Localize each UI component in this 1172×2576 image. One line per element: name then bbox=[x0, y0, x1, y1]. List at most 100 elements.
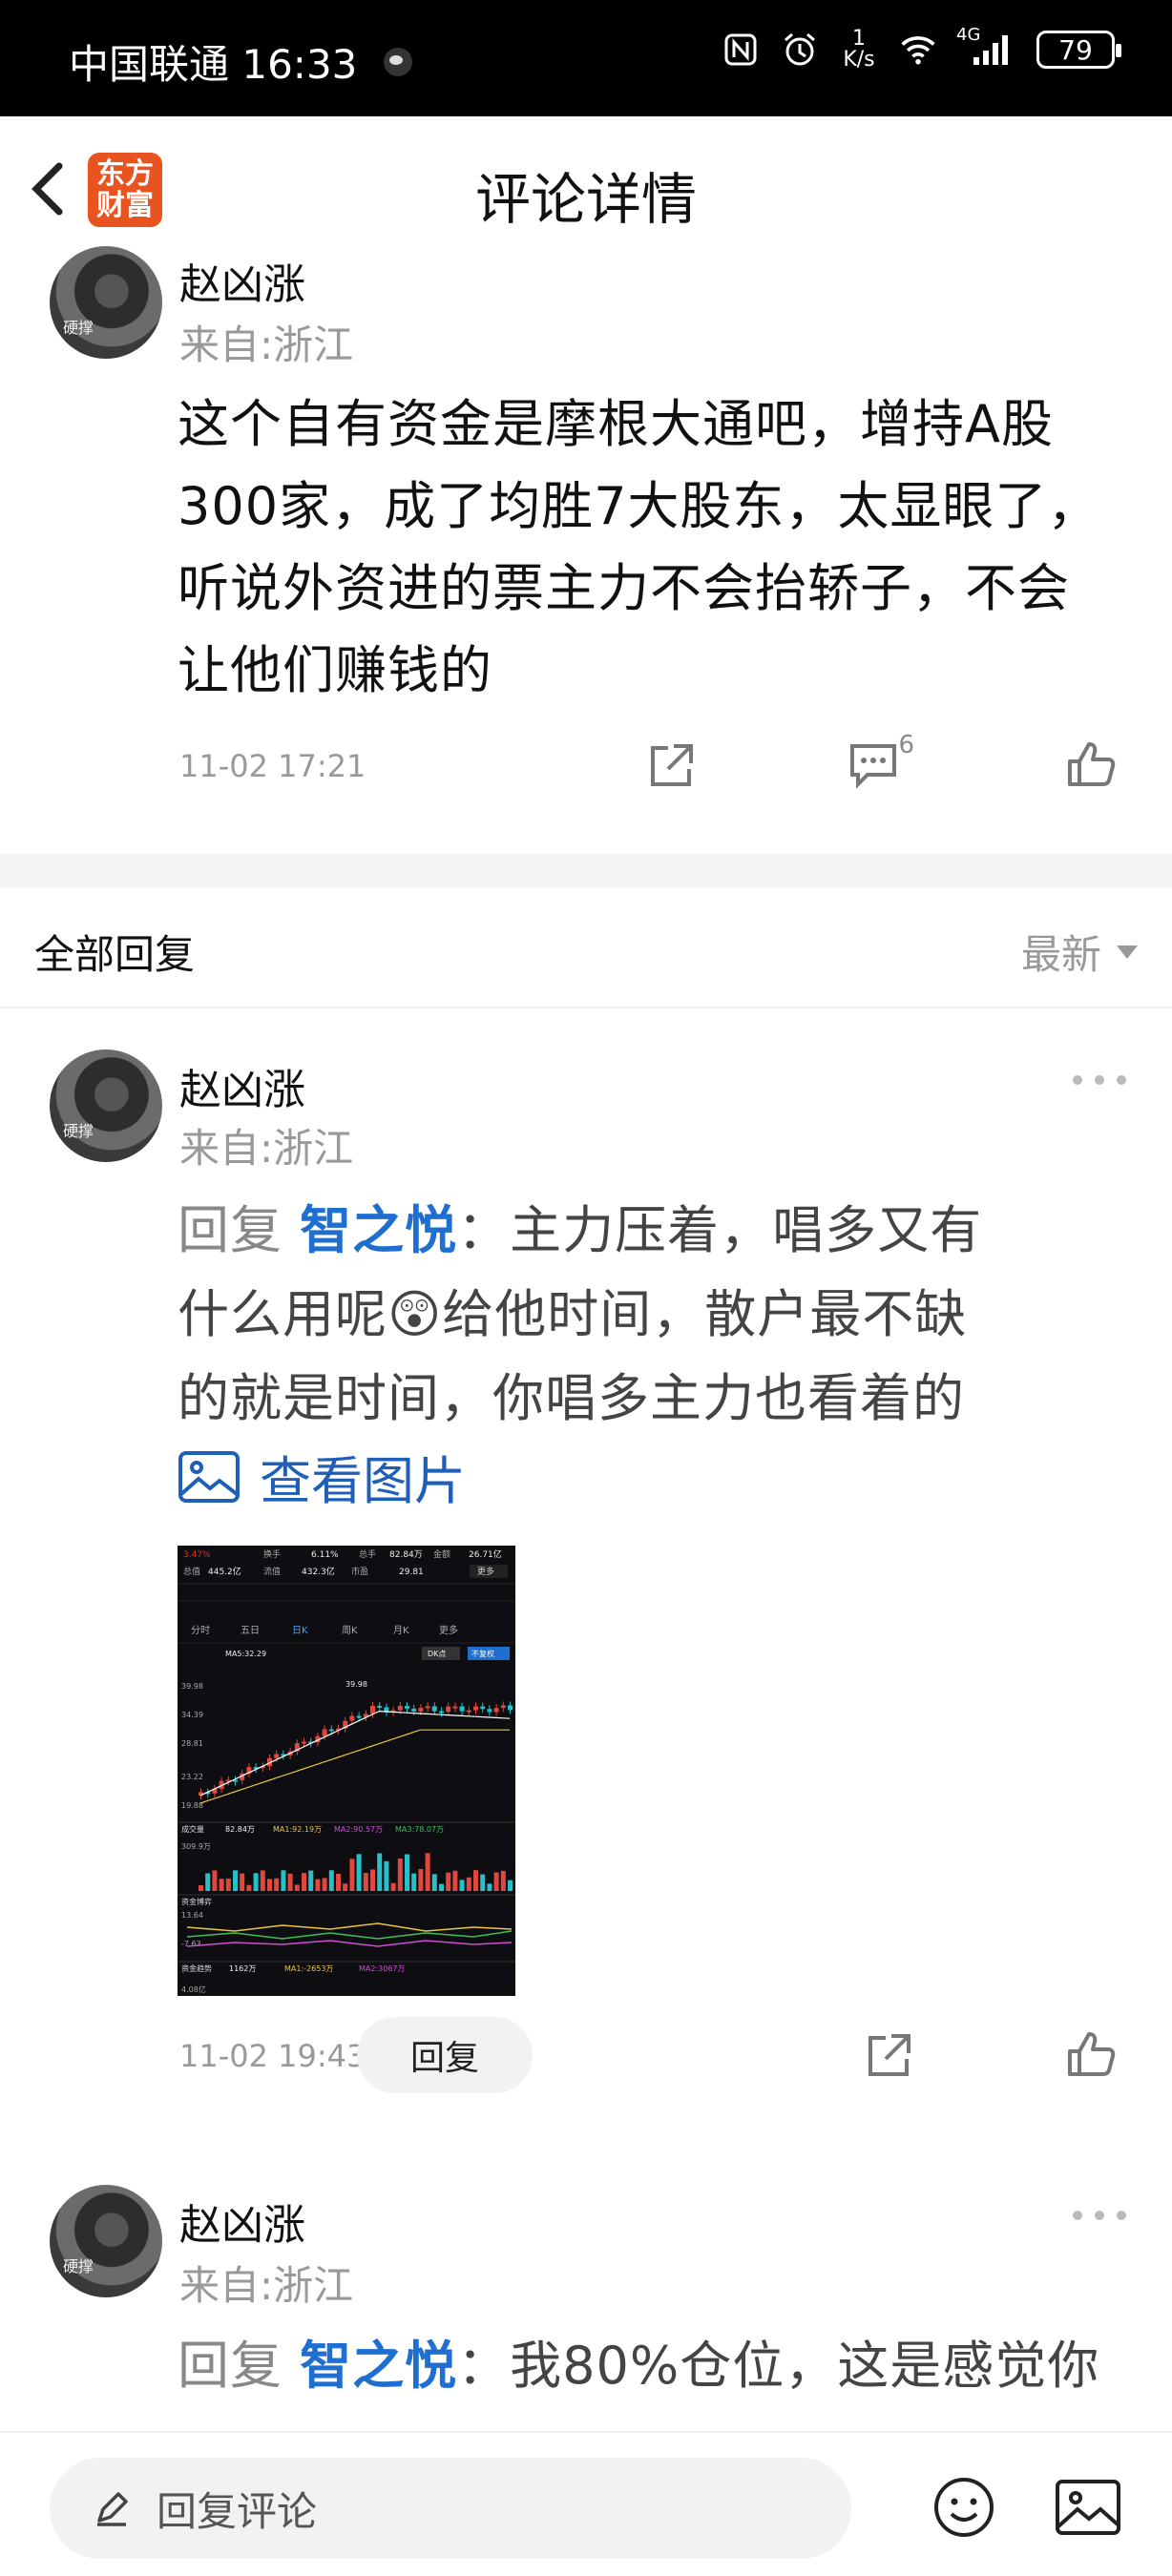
avatar[interactable]: 硬撑 bbox=[50, 1049, 162, 1162]
chart-text: MA5:32.29 bbox=[225, 1650, 266, 1658]
volume-bar bbox=[328, 1870, 334, 1891]
volume-bar bbox=[219, 1879, 224, 1891]
reply-comment-input[interactable]: 回复评论 bbox=[50, 2458, 851, 2559]
candle bbox=[418, 1707, 424, 1712]
reply-to-user[interactable]: 智之悦 bbox=[300, 1200, 457, 1260]
chart-text: 13.64 bbox=[181, 1911, 203, 1920]
candle bbox=[508, 1705, 513, 1711]
avatar[interactable]: 硬撑 bbox=[50, 2185, 162, 2297]
volume-bar bbox=[493, 1872, 499, 1891]
volume-bar bbox=[425, 1853, 430, 1891]
volume-bar bbox=[315, 1879, 321, 1891]
emoji-button[interactable] bbox=[926, 2469, 1002, 2545]
volume-bar bbox=[343, 1883, 348, 1891]
candle bbox=[431, 1706, 437, 1712]
comment-line: 300家，成了均胜7大股东，太显眼了， bbox=[178, 476, 1100, 536]
volume-bar bbox=[281, 1870, 286, 1891]
page-title: 评论详情 bbox=[474, 167, 697, 232]
chart-text: 3.47% bbox=[183, 1550, 211, 1560]
volume-bar bbox=[267, 1879, 272, 1891]
input-placeholder: 回复评论 bbox=[157, 2487, 318, 2535]
candle bbox=[500, 1705, 506, 1709]
candle bbox=[459, 1706, 465, 1712]
volume-bar bbox=[199, 1885, 203, 1891]
replies-header: 全部回复 最新 bbox=[0, 888, 1172, 1008]
chart-text: -7.63 bbox=[181, 1940, 201, 1948]
comment-line: 让他们赚钱的 bbox=[178, 640, 492, 700]
status-right: 1 K/s 4G 79 bbox=[722, 25, 1121, 71]
image-picker-button[interactable] bbox=[1050, 2469, 1126, 2545]
share-button[interactable] bbox=[638, 733, 704, 800]
location: 来自:浙江 bbox=[179, 2262, 354, 2309]
chart-text: 29.81 bbox=[399, 1568, 424, 1577]
like-button[interactable] bbox=[1057, 731, 1124, 798]
chart-price: 19.88 bbox=[181, 1801, 203, 1810]
reply-body: 回复 智之悦：我80%仓位，这是感觉你 bbox=[178, 2324, 1151, 2431]
candle bbox=[274, 1754, 280, 1758]
nfc-icon bbox=[722, 31, 760, 69]
candle bbox=[328, 1729, 334, 1732]
volume-bar bbox=[253, 1873, 259, 1891]
avatar[interactable]: 硬撑 bbox=[50, 246, 162, 359]
volume-bar bbox=[480, 1874, 486, 1891]
username[interactable]: 赵凶涨 bbox=[179, 1055, 305, 1116]
location: 来自:浙江 bbox=[179, 1125, 354, 1172]
share-button[interactable] bbox=[855, 2023, 922, 2089]
volume-bar bbox=[302, 1873, 306, 1891]
volume-bar bbox=[349, 1859, 355, 1891]
attached-chart-image[interactable]: 3.47% 换手 6.11% 总手 82.84万 金额 26.71亿 总值 44… bbox=[178, 1546, 515, 1996]
chart-text: MA2:90.57万 bbox=[334, 1825, 383, 1834]
reply-prefix: 回复 bbox=[178, 1200, 301, 1260]
chart-tab: 更多 bbox=[439, 1624, 458, 1636]
volume-bar bbox=[205, 1873, 211, 1891]
reply-body: 回复 智之悦：主力压着，唱多又有 什么用呢😲给他时间，散户最不缺 的就是时间，你… bbox=[178, 1189, 1132, 1441]
reply-line: 回复 智之悦：我80%仓位，这是感觉你 bbox=[178, 2324, 1151, 2408]
volume-bar bbox=[363, 1873, 368, 1891]
thumbs-up-icon bbox=[1068, 2032, 1116, 2076]
do-not-disturb-icon bbox=[384, 47, 413, 76]
reply-button[interactable]: 回复 bbox=[357, 2017, 533, 2093]
username[interactable]: 赵凶涨 bbox=[179, 250, 305, 311]
chart-text: 309.9万 bbox=[181, 1842, 211, 1851]
reply-to-user[interactable]: 智之悦 bbox=[300, 2336, 457, 2396]
chart-price: 34.39 bbox=[181, 1711, 203, 1719]
share-icon bbox=[651, 744, 693, 786]
candle bbox=[349, 1715, 355, 1721]
candle bbox=[439, 1711, 444, 1714]
candle bbox=[425, 1706, 430, 1709]
image-icon bbox=[1056, 2480, 1120, 2535]
reply-line: 什么用呢😲给他时间，散户最不缺 bbox=[178, 1284, 968, 1344]
alarm-icon bbox=[781, 31, 819, 69]
volume-bar bbox=[405, 1854, 409, 1891]
candle bbox=[322, 1729, 327, 1736]
candle bbox=[411, 1708, 417, 1712]
volume-bar bbox=[294, 1884, 300, 1891]
volume-bar bbox=[322, 1878, 327, 1891]
chart-text: 4.08亿 bbox=[181, 1984, 206, 1994]
volume-bar bbox=[452, 1870, 458, 1891]
volume-bar bbox=[397, 1859, 403, 1891]
share-icon bbox=[869, 2034, 910, 2076]
more-options-button[interactable] bbox=[1073, 1072, 1126, 1088]
network-type: 4G bbox=[956, 25, 981, 45]
location: 来自:浙江 bbox=[179, 322, 354, 368]
network-speed: 1 K/s bbox=[840, 29, 878, 71]
volume-bar bbox=[377, 1853, 383, 1891]
bottom-bar: 回复评论 bbox=[0, 2431, 1172, 2576]
chart-text: MA1:-2653万 bbox=[284, 1964, 333, 1973]
comment-button[interactable]: 6 bbox=[840, 731, 914, 798]
volume-bar bbox=[466, 1877, 471, 1891]
chart-tab: 周K bbox=[342, 1625, 358, 1636]
view-picture-label: 查看图片 bbox=[260, 1451, 466, 1511]
chart-text: 82.84万 bbox=[389, 1550, 423, 1560]
chart-price: 23.22 bbox=[181, 1773, 203, 1781]
carrier-time: 中国联通 16:33 bbox=[69, 41, 358, 88]
candle bbox=[302, 1741, 306, 1744]
app-header: 东方 财富 评论详情 bbox=[0, 116, 1172, 260]
like-button[interactable] bbox=[1057, 2021, 1124, 2088]
chart-text: 成交量 bbox=[181, 1824, 204, 1834]
view-picture-link[interactable]: 查看图片 bbox=[178, 1439, 466, 1514]
more-options-button[interactable] bbox=[1073, 2208, 1126, 2223]
sort-dropdown[interactable]: 最新 bbox=[1021, 923, 1138, 981]
username[interactable]: 赵凶涨 bbox=[179, 2191, 305, 2252]
